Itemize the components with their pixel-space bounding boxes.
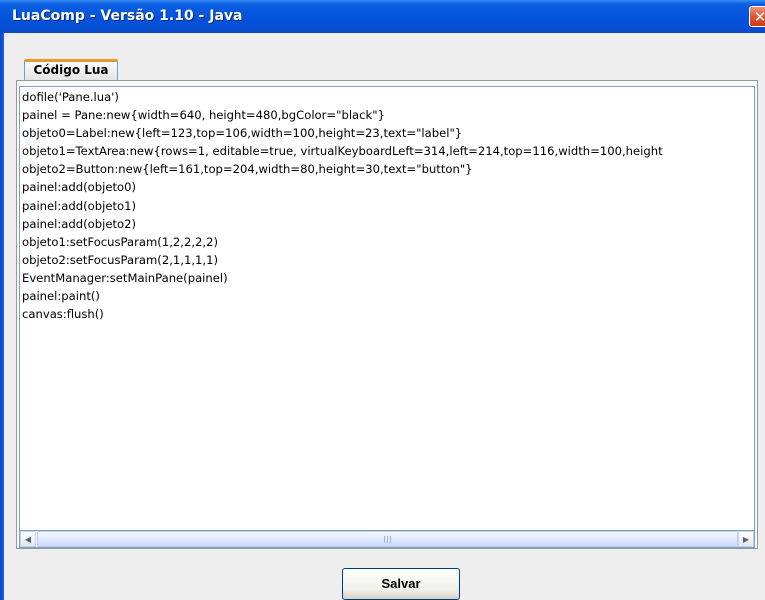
scroll-thumb[interactable] xyxy=(37,531,738,547)
code-lines: dofile('Pane.lua') painel = Pane:new{widt… xyxy=(20,88,663,323)
code-line: objeto0=Label:new{left=123,top=106,width… xyxy=(22,126,463,141)
close-icon: ✕ xyxy=(753,8,765,26)
title-bar[interactable]: LuaComp - Versão 1.10 - Java ✕ xyxy=(0,0,765,33)
scroll-right-button[interactable]: ▶ xyxy=(738,531,754,547)
tab-label: Código Lua xyxy=(33,63,109,77)
horizontal-scrollbar[interactable]: ◀ ▶ xyxy=(19,531,755,548)
arrow-right-icon: ▶ xyxy=(742,535,750,544)
scroll-left-button[interactable]: ◀ xyxy=(20,531,36,547)
code-line: objeto2:setFocusParam(2,1,1,1,1) xyxy=(22,252,218,267)
code-line: canvas:flush() xyxy=(22,307,104,322)
code-line: painel = Pane:new{width=640, height=480,… xyxy=(22,108,385,123)
code-line: objeto2=Button:new{left=161,top=204,widt… xyxy=(22,162,473,177)
code-line: painel:add(objeto1) xyxy=(22,198,136,213)
close-button[interactable]: ✕ xyxy=(749,6,765,27)
code-line: painel:add(objeto0) xyxy=(22,180,136,195)
window-frame-left xyxy=(0,33,4,600)
code-line: painel:add(objeto2) xyxy=(22,216,136,231)
code-line: painel:paint() xyxy=(22,289,100,304)
tab-codigo-lua[interactable]: Código Lua xyxy=(24,59,118,80)
code-line: objeto1=TextArea:new{rows=1, editable=tr… xyxy=(22,144,663,159)
code-line: objeto1:setFocusParam(1,2,2,2,2) xyxy=(22,234,218,249)
arrow-left-icon: ◀ xyxy=(24,535,32,544)
code-line: dofile('Pane.lua') xyxy=(22,90,119,104)
code-editor[interactable]: dofile('Pane.lua') painel = Pane:new{widt… xyxy=(19,86,755,531)
save-button[interactable]: Salvar xyxy=(342,568,460,600)
app-window: LuaComp - Versão 1.10 - Java ✕ Código Lu… xyxy=(0,0,765,600)
window-title: LuaComp - Versão 1.10 - Java xyxy=(12,8,243,24)
grip-icon xyxy=(383,536,392,543)
code-line: EventManager:setMainPane(painel) xyxy=(22,270,228,285)
